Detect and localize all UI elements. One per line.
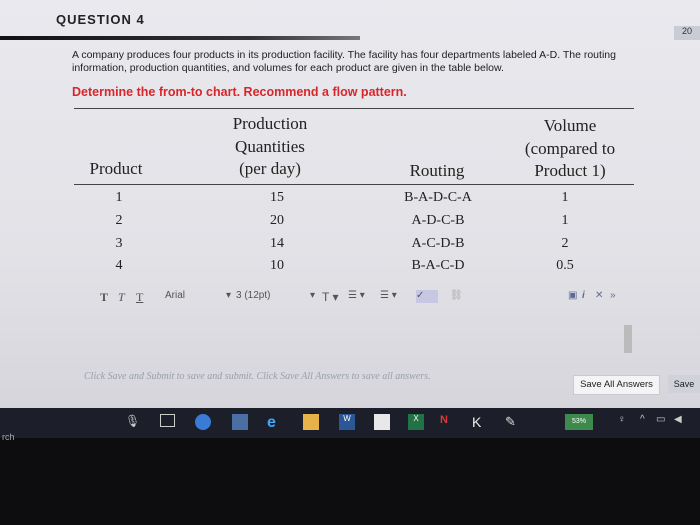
- taskbar: 🎙 e W X N K ✎ 53% ♀ ^ ▭ ◀: [0, 408, 700, 438]
- editor-scrollbar[interactable]: [624, 325, 632, 353]
- edge-icon[interactable]: e: [267, 414, 283, 431]
- header-routing: Routing: [409, 161, 465, 180]
- screen: QUESTION 4 20 A company produces four pr…: [0, 0, 700, 442]
- chevron-down-icon[interactable]: ▾: [226, 290, 231, 301]
- cell-routing: B-A-C-D: [411, 258, 465, 273]
- chevron-down-icon[interactable]: ▾: [310, 290, 315, 301]
- cell-product: 3: [115, 236, 123, 251]
- question-title: QUESTION 4: [56, 12, 145, 27]
- info-icon[interactable]: i: [582, 290, 585, 301]
- font-family-select[interactable]: Arial: [165, 290, 185, 301]
- app-k-icon[interactable]: K: [472, 414, 488, 430]
- question-rule: [0, 36, 360, 40]
- points-badge: 20: [674, 26, 700, 40]
- search-label[interactable]: rch: [2, 432, 15, 442]
- cell-product: 2: [115, 213, 123, 228]
- intro-text: A company produces four products in its …: [72, 49, 616, 74]
- header-quantities-2: Quantities: [235, 137, 305, 156]
- text-color-button[interactable]: T ▾: [322, 290, 338, 304]
- cell-volume: 1: [561, 213, 569, 228]
- numbered-list-icon[interactable]: ☰ ▾: [380, 290, 397, 301]
- battery-badge: 53%: [565, 414, 593, 430]
- cell-product: 1: [115, 190, 123, 205]
- cell-quantity: 14: [270, 236, 284, 251]
- italic-button[interactable]: T: [118, 290, 125, 305]
- cell-routing: B-A-D-C-A: [404, 190, 472, 205]
- calendar-icon[interactable]: [232, 414, 248, 430]
- volume-icon[interactable]: ◀: [674, 414, 690, 430]
- table-top-rule: [74, 108, 634, 109]
- pin-icon[interactable]: ✎: [505, 414, 521, 430]
- header-volume-1: Volume: [543, 116, 597, 135]
- task-view-icon[interactable]: [160, 414, 175, 427]
- cell-routing: A-D-C-B: [411, 213, 465, 228]
- special-chars-icon[interactable]: ✕: [595, 290, 603, 301]
- header-product: Product: [89, 159, 143, 178]
- cell-quantity: 20: [270, 213, 284, 228]
- header-volume-3: Product 1): [534, 161, 606, 180]
- save-all-answers-button[interactable]: Save All Answers: [573, 375, 660, 395]
- cell-routing: A-C-D-B: [411, 236, 465, 251]
- file-explorer-icon[interactable]: [303, 414, 319, 430]
- netflix-icon[interactable]: N: [440, 414, 456, 430]
- save-submit-button[interactable]: Save: [668, 375, 700, 393]
- bold-button[interactable]: T: [100, 290, 108, 305]
- insert-image-icon[interactable]: ▣: [568, 290, 577, 301]
- link-icon[interactable]: ⛓: [450, 290, 463, 301]
- chevron-up-icon[interactable]: ^: [640, 414, 656, 430]
- cell-volume: 2: [561, 236, 569, 251]
- editor-toolbar: T T T Arial ▾ 3 (12pt) ▾ T ▾ ☰ ▾ ☰ ▾ ✓ ⛓…: [90, 290, 670, 306]
- header-quantities-1: Production: [232, 114, 308, 133]
- microphone-icon[interactable]: 🎙: [125, 414, 141, 430]
- word-icon[interactable]: W: [339, 414, 355, 430]
- bullet-list-icon[interactable]: ☰ ▾: [348, 290, 365, 301]
- chevron-double-down-icon[interactable]: »: [610, 290, 616, 301]
- table-header-rule: [74, 184, 634, 185]
- user-icon[interactable]: ♀: [618, 414, 634, 430]
- answer-editor[interactable]: [86, 306, 636, 352]
- network-icon[interactable]: ▭: [656, 414, 672, 430]
- spellcheck-icon[interactable]: ✓: [416, 290, 438, 303]
- font-size-select[interactable]: 3 (12pt): [236, 290, 270, 301]
- cell-product: 4: [115, 258, 123, 273]
- mail-icon[interactable]: [374, 414, 390, 430]
- task-text: Determine the from-to chart. Recommend a…: [72, 85, 407, 99]
- header-volume-2: (compared to: [524, 139, 616, 158]
- save-hint: Click Save and Submit to save and submit…: [84, 371, 431, 382]
- cell-quantity: 15: [270, 190, 284, 205]
- excel-icon[interactable]: X: [408, 414, 424, 430]
- header-quantities-3: (per day): [239, 159, 301, 178]
- cell-quantity: 10: [270, 258, 284, 273]
- chrome-icon[interactable]: [195, 414, 211, 430]
- underline-button[interactable]: T: [136, 290, 143, 305]
- cell-volume: 0.5: [556, 258, 574, 273]
- cell-volume: 1: [561, 190, 569, 205]
